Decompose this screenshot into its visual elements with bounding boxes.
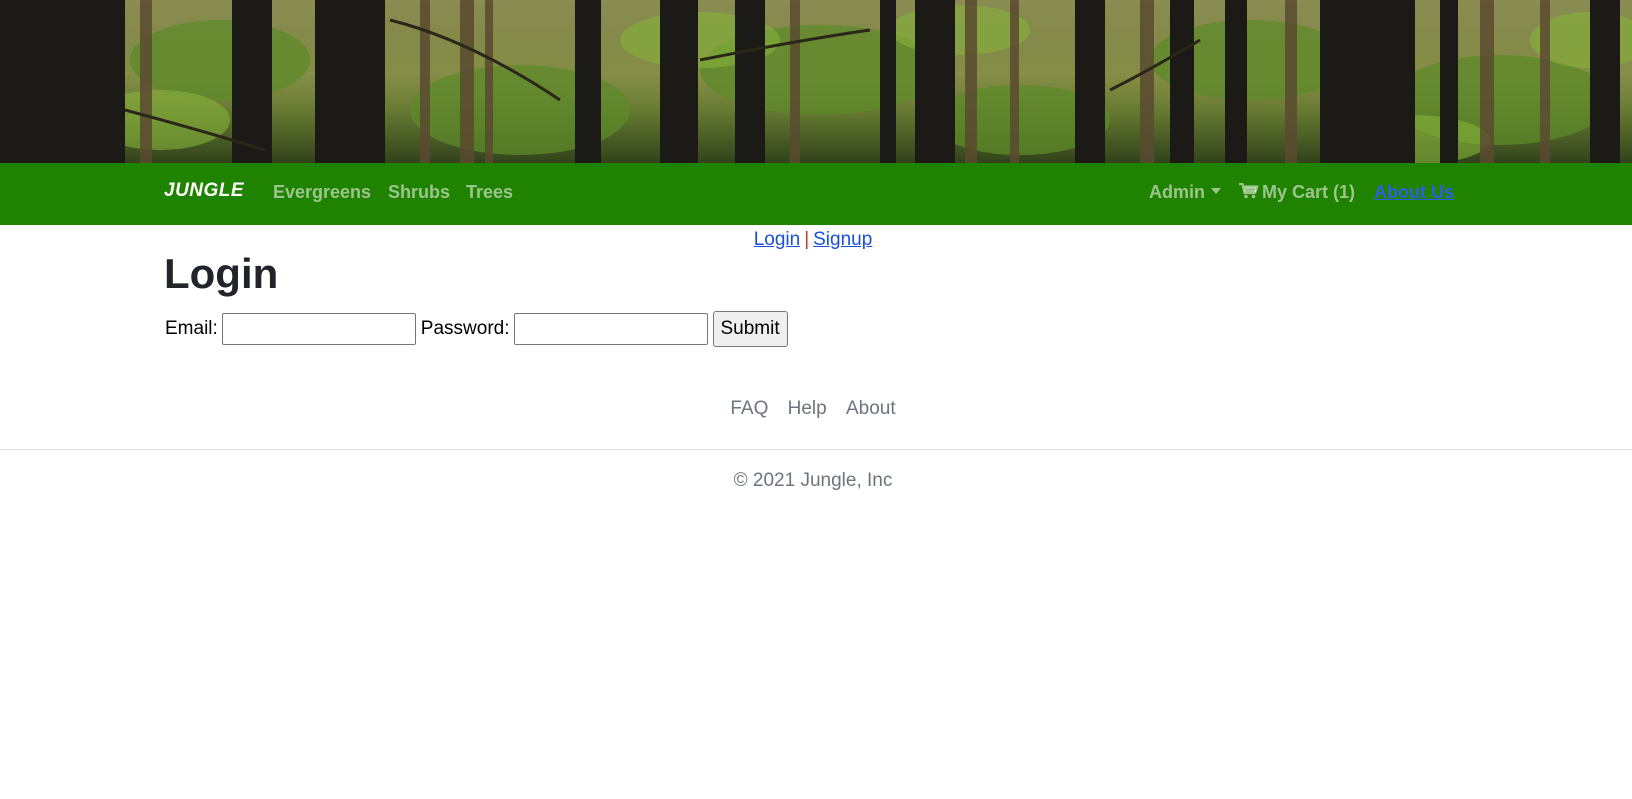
brand-logo[interactable]: JUNGLE bbox=[164, 180, 244, 202]
footer-link-about[interactable]: About bbox=[846, 398, 896, 419]
auth-separator: | bbox=[804, 229, 810, 250]
email-label: Email: bbox=[165, 318, 218, 339]
forest-banner-image bbox=[0, 0, 1632, 163]
cart-label: My Cart (1) bbox=[1262, 182, 1356, 202]
admin-dropdown[interactable]: Admin bbox=[1149, 182, 1221, 203]
main-navbar: JUNGLE Evergreens Shrubs Trees Admin My … bbox=[0, 163, 1632, 225]
signup-link[interactable]: Signup bbox=[813, 229, 872, 250]
footer-divider bbox=[0, 449, 1632, 450]
login-form: Email: Password: Submit bbox=[165, 311, 788, 347]
copyright-text: © 2021 Jungle, Inc bbox=[733, 470, 893, 491]
page-title: Login bbox=[164, 250, 279, 297]
footer-links: FAQ Help About bbox=[0, 398, 1626, 420]
footer-link-faq[interactable]: FAQ bbox=[730, 398, 768, 419]
hero-banner bbox=[0, 0, 1632, 163]
auth-links: Login | Signup bbox=[0, 229, 1626, 251]
login-link[interactable]: Login bbox=[754, 229, 801, 250]
nav-link-shrubs[interactable]: Shrubs bbox=[388, 182, 450, 203]
password-label: Password: bbox=[420, 318, 510, 339]
submit-button[interactable]: Submit bbox=[712, 311, 788, 347]
chevron-down-icon bbox=[1211, 188, 1221, 194]
password-field[interactable] bbox=[513, 313, 708, 345]
cart-icon bbox=[1239, 182, 1259, 199]
about-us-link[interactable]: About Us bbox=[1374, 182, 1454, 203]
nav-link-trees[interactable]: Trees bbox=[466, 182, 513, 203]
admin-dropdown-label: Admin bbox=[1149, 182, 1205, 202]
email-field[interactable] bbox=[221, 313, 416, 345]
nav-link-evergreens[interactable]: Evergreens bbox=[273, 182, 371, 203]
footer-link-help[interactable]: Help bbox=[788, 398, 827, 419]
cart-link[interactable]: My Cart (1) bbox=[1239, 182, 1355, 203]
